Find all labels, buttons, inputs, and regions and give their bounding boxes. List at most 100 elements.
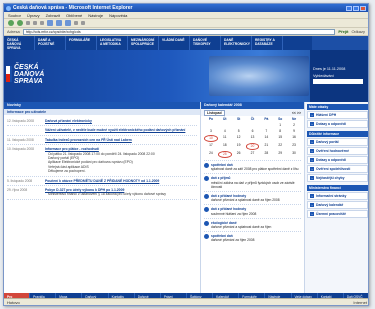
calendar-day[interactable]: 20 xyxy=(245,143,260,150)
sidebar-link[interactable]: › Informační stránky xyxy=(307,192,368,200)
menu-item[interactable]: Soubor xyxy=(8,13,21,18)
calendar-day[interactable]: 4 xyxy=(218,129,232,134)
sidebar-link[interactable]: › Nejčastější chyby xyxy=(307,174,368,182)
news-line: Děkujeme za pochopení. xyxy=(48,169,86,174)
calendar-day[interactable]: 29 xyxy=(273,151,287,158)
month-select[interactable]: Listopad xyxy=(204,109,225,116)
calendar-day[interactable]: 18 xyxy=(218,143,232,150)
news-title-link[interactable]: Vážení uživatelé, v nedéle bude možné vy… xyxy=(45,128,197,132)
sidebar-link[interactable]: › Ověření spolehlivosti xyxy=(307,165,368,173)
calendar-day[interactable]: 7 xyxy=(259,129,273,134)
calendar-day[interactable]: 30 xyxy=(287,151,301,158)
news-title-link[interactable]: Daňová přiznání elektronicky xyxy=(45,119,197,123)
news-title-link[interactable]: Poučení k otázce PŘEDMĚTU DANĚ Z PŘIDANÉ… xyxy=(45,179,197,183)
close-button[interactable] xyxy=(360,5,366,11)
nav-item[interactable]: Česká daňová správa xyxy=(4,36,35,50)
calendar-day[interactable]: 3 xyxy=(204,129,218,134)
calendar-day[interactable]: 15 xyxy=(273,135,287,142)
weekday-label: Čt xyxy=(250,117,255,121)
site-logo[interactable]: ČESKÁ DAŇOVÁ SPRÁVA xyxy=(6,64,44,85)
event-body: daň z přidané hodnoty souhrnné hlášení za… xyxy=(211,207,256,215)
sidebar-link[interactable]: › Hlášení DPH xyxy=(307,111,368,119)
sidebar-header: Důležité informace xyxy=(307,131,368,137)
search-icon[interactable] xyxy=(47,20,53,26)
nav-item[interactable]: Daňové tiskopisy xyxy=(190,36,221,50)
home-icon[interactable] xyxy=(40,21,44,25)
calendar-day[interactable]: 26 xyxy=(232,151,246,158)
calendar-day[interactable]: 5 xyxy=(232,129,246,134)
sidebar-link-label: Nejčastější chyby xyxy=(316,176,345,180)
sidebar-link[interactable]: › Ověření hodnověrné xyxy=(307,147,368,155)
calendar-day[interactable]: 8 xyxy=(273,129,287,134)
back-icon[interactable] xyxy=(8,20,14,26)
forward-icon[interactable] xyxy=(17,20,23,26)
menu-item[interactable]: Nástroje xyxy=(88,13,103,18)
minimize-button[interactable] xyxy=(346,5,352,11)
calendar-day[interactable]: 1 xyxy=(273,123,287,128)
address-input[interactable]: http://cds.mfcr.cz/cps/rde/xchg/cds xyxy=(22,28,336,35)
nav-item[interactable]: Daně a pojistné xyxy=(35,36,66,50)
mail-icon[interactable] xyxy=(74,21,78,25)
calendar-day[interactable]: 16 xyxy=(287,135,301,142)
calendar-day[interactable]: 27 xyxy=(246,151,260,158)
calendar-event[interactable]: ekologické daně daňové přiznání a splatno… xyxy=(204,217,301,231)
calendar-event[interactable]: spotřební daň splatnost daně za září 2008… xyxy=(204,160,301,173)
address-bar: Adresa http://cds.mfcr.cz/cps/rde/xchg/c… xyxy=(4,28,368,36)
calendar-day[interactable]: 22 xyxy=(273,143,287,150)
news-date xyxy=(7,128,42,132)
links-label[interactable]: Odkazy xyxy=(351,29,365,34)
title-bar: Česká daňová správa - Microsoft Internet… xyxy=(4,4,368,12)
sidebar-link-label: Informační stránky xyxy=(316,194,347,198)
calendar-day[interactable]: 13 xyxy=(246,135,260,142)
news-title-link[interactable]: Tabulka indexů provozních cen na FŘ Ústí… xyxy=(45,138,197,142)
menu-item[interactable]: Nápověda xyxy=(109,13,127,18)
nav-item[interactable]: Vládní daně xyxy=(159,36,190,50)
calendar-day[interactable]: 11 xyxy=(218,135,232,142)
favorites-icon[interactable] xyxy=(56,20,62,26)
calendar-month-bar: Listopad << >> xyxy=(201,109,304,116)
calendar-day[interactable]: 23 xyxy=(287,143,301,150)
history-icon[interactable] xyxy=(65,20,71,26)
calendar-day[interactable]: 25 xyxy=(217,151,232,158)
calendar-day[interactable]: 17 xyxy=(204,143,218,150)
calendar-event[interactable]: daň z příjmů měsíční záloha na daň z příj… xyxy=(204,173,301,191)
menu-item[interactable]: Oblíbené xyxy=(66,13,82,18)
news-body: Informace pro plátce - rozhodnutí Od pátk… xyxy=(45,147,197,173)
calendar-day[interactable]: 6 xyxy=(246,129,260,134)
nav-item[interactable]: Daně elektronicky xyxy=(221,36,252,50)
calendar-day[interactable]: 21 xyxy=(259,143,273,150)
nav-item[interactable]: Legislativa a metodika xyxy=(97,36,128,50)
sidebar-link[interactable]: › Daňový portál xyxy=(307,138,368,146)
calendar-event[interactable]: spotřební daň daňové přiznání za říjen 20… xyxy=(204,231,301,244)
calendar-day[interactable]: 24 xyxy=(204,151,218,158)
calendar-day[interactable]: 2 xyxy=(287,123,301,128)
nav-item[interactable]: Registry a databáze xyxy=(252,36,283,50)
search-input[interactable] xyxy=(313,79,363,84)
calendar-day[interactable]: 14 xyxy=(259,135,273,142)
calendar-nav[interactable]: << >> xyxy=(292,111,301,115)
news-header: Novinky xyxy=(4,102,200,109)
nav-item[interactable]: Mezinárodní spolupráce xyxy=(128,36,159,50)
print-icon[interactable] xyxy=(81,21,85,25)
calendar-event[interactable]: daň z přidané hodnoty daňové přiznání a s… xyxy=(204,191,301,204)
maximize-button[interactable] xyxy=(353,5,359,11)
calendar-day[interactable]: 10 xyxy=(204,135,218,142)
calendar-day[interactable]: 19 xyxy=(232,143,246,150)
calendar-day[interactable]: 28 xyxy=(259,151,273,158)
menu-item[interactable]: Úpravy xyxy=(27,13,40,18)
calendar-day xyxy=(232,123,246,128)
stop-icon[interactable] xyxy=(26,21,30,25)
menu-item[interactable]: Zobrazit xyxy=(46,13,60,18)
nav-item[interactable]: Formuláře xyxy=(66,36,97,50)
calendar-day[interactable]: 12 xyxy=(232,135,246,142)
calendar-day[interactable]: 9 xyxy=(287,129,301,134)
sidebar-link-label: Ověření hodnověrné xyxy=(316,149,349,153)
sidebar-link[interactable]: › Dotazy a odpovědi xyxy=(307,156,368,164)
sidebar-link[interactable]: › Územní pracoviště xyxy=(307,210,368,218)
calendar-event[interactable]: daň z přidané hodnoty souhrnné hlášení za… xyxy=(204,204,301,217)
go-button[interactable]: Přejít xyxy=(338,29,348,34)
arrow-icon: › xyxy=(310,194,314,198)
refresh-icon[interactable] xyxy=(33,21,37,25)
sidebar-link[interactable]: › Dotazy a odpovědi xyxy=(307,120,368,128)
sidebar-link[interactable]: › Daňový kalendář xyxy=(307,201,368,209)
